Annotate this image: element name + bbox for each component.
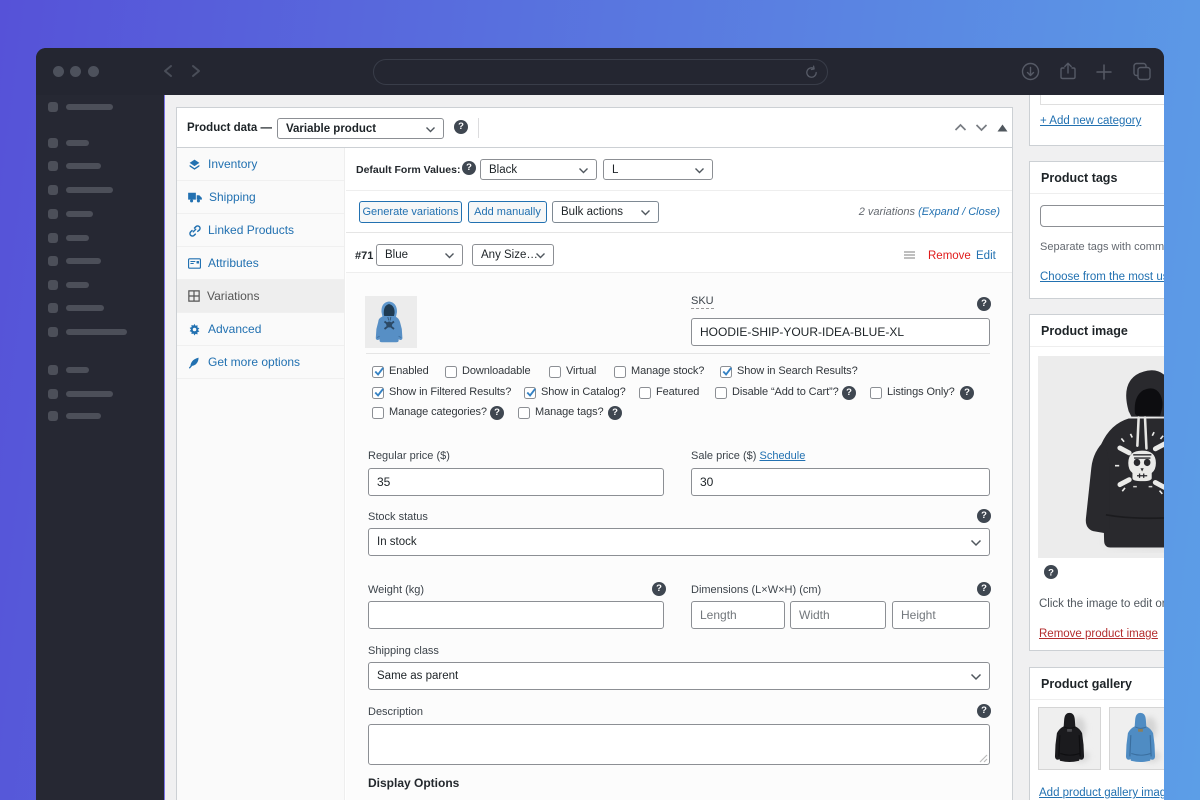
svg-text:?: ? (1048, 568, 1054, 579)
